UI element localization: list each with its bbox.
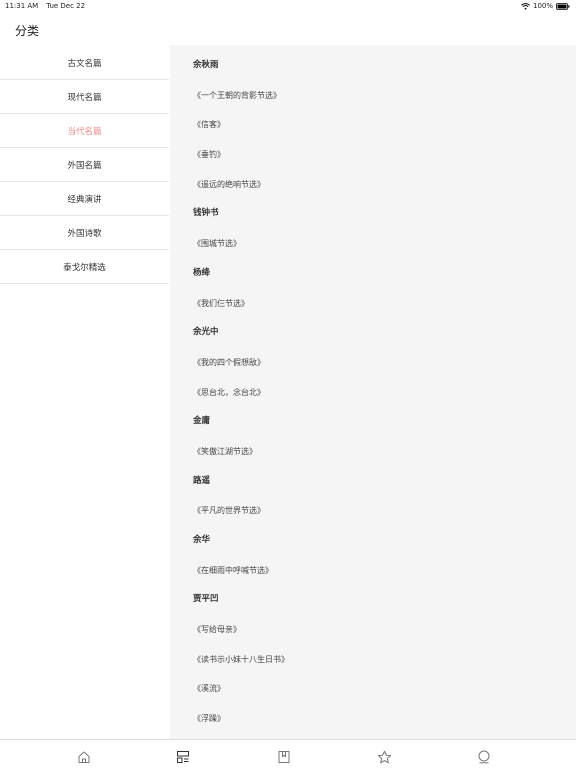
sidebar-item[interactable]: 当代名篇 (0, 114, 169, 148)
status-time: 11:31 AM (5, 2, 39, 10)
author-heading: 路遥 (193, 475, 211, 486)
sidebar-item[interactable]: 外国名篇 (0, 148, 169, 182)
work-item[interactable]: 《思台北，念台北》 (193, 378, 576, 408)
work-item[interactable]: 《一个王朝的背影节选》 (193, 81, 576, 111)
status-bar: 11:31 AM Tue Dec 22 100% (0, 0, 576, 12)
sidebar-item[interactable]: 经典演讲 (0, 182, 169, 216)
work-item[interactable]: 《信客》 (193, 110, 576, 140)
author-heading: 余华 (193, 535, 211, 545)
wifi-icon (521, 2, 530, 10)
tab-home[interactable] (76, 749, 92, 765)
status-right: 100% (521, 0, 570, 12)
work-item[interactable]: 《在细雨中呼喊节选》 (193, 556, 576, 586)
work-item[interactable]: 《遥远的绝响节选》 (193, 170, 576, 200)
author-heading: 余光中 (193, 327, 219, 338)
sidebar-item[interactable]: 外国诗歌 (0, 216, 169, 250)
author-heading: 贾平凹 (193, 594, 219, 605)
star-icon (377, 750, 392, 765)
author-heading: 钱钟书 (193, 208, 219, 219)
work-item[interactable]: 《我的四个假想敌》 (193, 348, 576, 378)
content-list: 余秋雨《一个王朝的背影节选》 《信客》 《垂钓》 《遥远的绝响节选》钱钟书《围城节选》… (170, 45, 576, 739)
battery-percent: 100% (532, 2, 553, 10)
work-item[interactable]: 《写给母亲》 (193, 615, 576, 645)
home-icon (77, 750, 91, 764)
bookmark-icon (277, 750, 291, 764)
author-heading: 余秋雨 (193, 60, 219, 70)
sidebar-item[interactable]: 泰戈尔精选 (0, 250, 169, 284)
category-icon (176, 750, 190, 764)
work-item[interactable]: 《垂钓》 (193, 140, 576, 170)
work-item[interactable]: 《围城节选》 (193, 229, 576, 259)
status-date: Tue Dec 22 (46, 2, 86, 10)
category-sidebar: 古文名篇 现代名篇 当代名篇 外国名篇 经典演讲 外国诗歌 泰戈尔精选 (0, 46, 169, 739)
tab-favorite[interactable] (376, 749, 392, 765)
sidebar-item[interactable]: 现代名篇 (0, 80, 169, 114)
author-heading: 杨绛 (193, 267, 211, 278)
page-title: 分类 (15, 24, 40, 38)
author-heading: 金庸 (193, 416, 211, 427)
header: 分类 (0, 12, 576, 44)
sidebar-item[interactable]: 古文名篇 (0, 46, 169, 80)
work-item[interactable]: 《平凡的世界节选》 (193, 496, 576, 526)
battery-icon (556, 2, 570, 10)
tab-bookmark[interactable] (276, 749, 292, 765)
status-left: 11:31 AM Tue Dec 22 (5, 0, 85, 12)
tab-category[interactable] (175, 749, 191, 765)
content-list-inner: 余秋雨《一个王朝的背影节选》 《信客》 《垂钓》 《遥远的绝响节选》钱钟书《围城节选》… (170, 45, 576, 739)
work-item[interactable]: 《我们仨节选》 (193, 289, 576, 319)
app-screen: 11:31 AM Tue Dec 22 100% 分类 古文名篇 现代名篇 当代… (0, 0, 576, 768)
work-item[interactable]: 《浮躁》 (193, 704, 576, 734)
work-item[interactable]: 《读书示小妹十八生日书》 (193, 645, 576, 675)
work-item[interactable]: 《溪流》 (193, 674, 576, 704)
tab-profile[interactable] (476, 749, 492, 765)
profile-icon (477, 750, 491, 764)
work-item[interactable]: 《笑傲江湖节选》 (193, 437, 576, 467)
tab-bar (0, 739, 576, 768)
